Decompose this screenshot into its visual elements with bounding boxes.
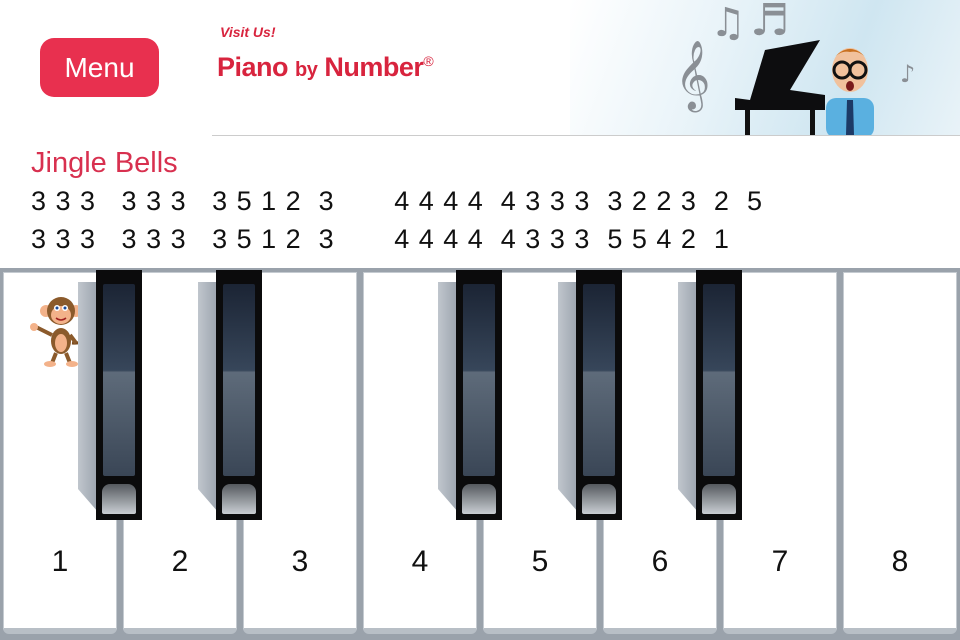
- music-note-icon: ♪: [900, 60, 916, 88]
- logo-word: by: [295, 59, 318, 81]
- key-shadow: [558, 282, 578, 512]
- notation-line: 3 3 3 3 3 3 3 5 1 2 3 4 4 4 4 4 3 3 3 5 …: [31, 224, 730, 254]
- boy-illustration: [826, 48, 874, 135]
- piano-by-number-logo[interactable]: Piano by Number®: [217, 52, 434, 83]
- black-key-face: [703, 284, 735, 476]
- piano-keyboard: 1 2 3 4 5 6 7 8: [0, 268, 960, 640]
- black-key-4[interactable]: [576, 270, 622, 520]
- black-key-1[interactable]: [96, 270, 142, 520]
- visit-us-link[interactable]: Visit Us!: [220, 24, 276, 40]
- black-key-tip: [102, 484, 136, 514]
- black-key-face: [223, 284, 255, 476]
- black-key-tip: [582, 484, 616, 514]
- logo-word: Number: [324, 52, 424, 82]
- key-number: 2: [171, 545, 189, 578]
- key-shadow: [78, 282, 98, 512]
- black-key-tip: [702, 484, 736, 514]
- key-number: 8: [891, 545, 909, 578]
- white-key-8[interactable]: 8: [843, 272, 957, 634]
- key-number: 1: [51, 545, 69, 578]
- song-title: Jingle Bells: [31, 147, 178, 179]
- black-key-5[interactable]: [696, 270, 742, 520]
- key-number: 7: [771, 545, 789, 578]
- key-number: 4: [411, 545, 429, 578]
- black-key-face: [583, 284, 615, 476]
- grand-piano-icon: [735, 40, 825, 135]
- key-number: 3: [291, 545, 309, 578]
- logo-word: Piano: [217, 52, 289, 82]
- black-key-2[interactable]: [216, 270, 262, 520]
- black-key-3[interactable]: [456, 270, 502, 520]
- menu-button[interactable]: Menu: [40, 38, 159, 97]
- black-key-tip: [462, 484, 496, 514]
- black-key-tip: [222, 484, 256, 514]
- banner-image: 𝄞 ♫ ♬ ♪: [570, 0, 960, 135]
- key-number: 6: [651, 545, 669, 578]
- header: Menu Visit Us! Piano by Number® 𝄞 ♫ ♬ ♪: [0, 0, 960, 135]
- black-key-face: [463, 284, 495, 476]
- key-shadow: [678, 282, 698, 512]
- key-shadow: [198, 282, 218, 512]
- notation-line: 3 3 3 3 3 3 3 5 1 2 3 4 4 4 4 4 3 3 3 3 …: [31, 186, 763, 216]
- header-divider: [212, 135, 960, 136]
- black-key-face: [103, 284, 135, 476]
- registered-mark: ®: [423, 53, 434, 69]
- key-shadow: [438, 282, 458, 512]
- key-number: 5: [531, 545, 549, 578]
- treble-clef-icon: 𝄞: [675, 40, 711, 110]
